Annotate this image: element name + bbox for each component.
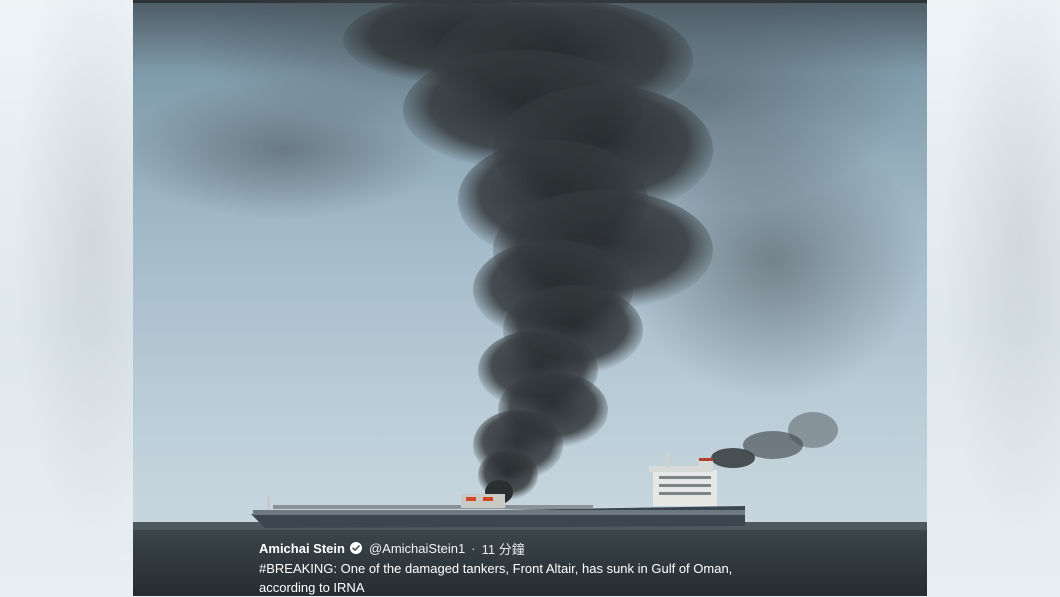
author-handle[interactable]: @AmichaiStein1 — [369, 541, 465, 556]
tweet-timestamp[interactable]: 11 分鐘 — [482, 539, 525, 558]
author-name[interactable]: Amichai Stein — [259, 541, 345, 556]
blurred-backdrop-right — [927, 0, 1060, 596]
tanker-fire-photo — [133, 0, 927, 596]
funnel-smoke — [711, 412, 838, 468]
tweet-text: #BREAKING: One of the damaged tankers, F… — [259, 561, 733, 595]
separator-dot: · — [471, 540, 476, 556]
tweet-header: Amichai Stein @AmichaiStein1 · 11 分鐘 — [259, 539, 525, 558]
blurred-backdrop-left — [0, 0, 133, 596]
smoke-plume — [343, 0, 713, 504]
photo-scene — [133, 0, 923, 528]
verified-badge-icon — [349, 542, 362, 554]
tweet-overlay: Amichai Stein @AmichaiStein1 · 11 分鐘 #BR… — [133, 530, 927, 596]
